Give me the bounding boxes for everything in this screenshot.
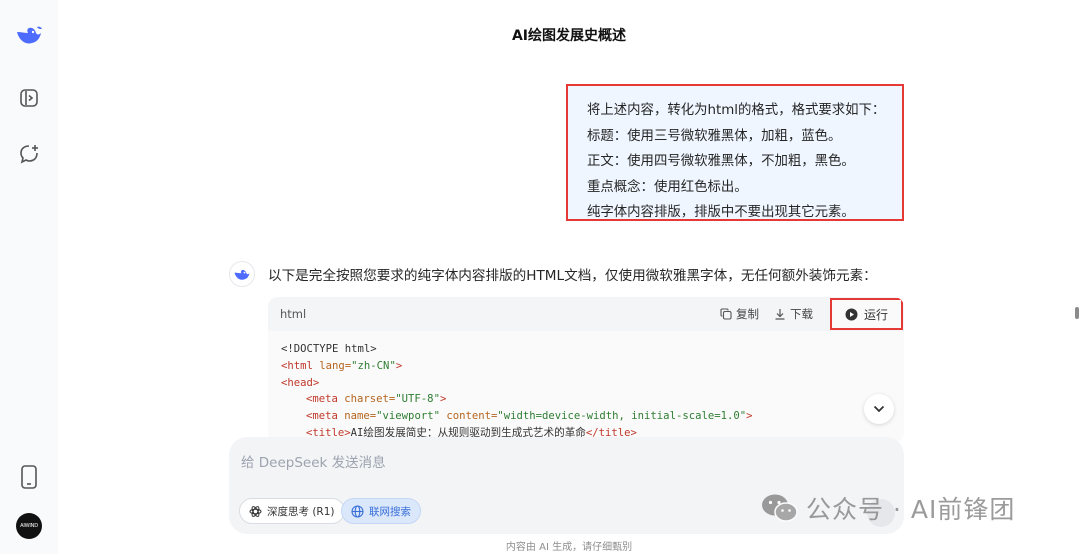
message-input[interactable]: 给 DeepSeek 发送消息 bbox=[241, 451, 386, 471]
chevron-down-icon bbox=[873, 405, 885, 413]
copy-icon bbox=[720, 308, 732, 320]
code-attr: charset= bbox=[337, 393, 396, 406]
code-line: <html lang="zh-CN"> bbox=[281, 358, 904, 375]
code-tag: > bbox=[439, 393, 447, 406]
code-tag: <html bbox=[281, 359, 313, 372]
code-block-header: html 复制 下载 运行 bbox=[268, 297, 904, 331]
ai-disclaimer: 内容由 AI 生成，请仔细甄别 bbox=[505, 542, 633, 553]
code-string: "UTF-8" bbox=[395, 393, 440, 406]
deepseek-logo-icon[interactable] bbox=[15, 21, 43, 49]
code-tag: <head> bbox=[281, 376, 320, 389]
code-line: <head> bbox=[281, 375, 904, 392]
code-tag: <meta bbox=[306, 393, 338, 406]
new-chat-icon[interactable] bbox=[15, 140, 43, 168]
web-search-label: 联网搜索 bbox=[369, 505, 411, 518]
scrollbar-thumb[interactable] bbox=[1075, 307, 1079, 319]
user-message-line: 标题：使用三号微软雅黑体，加粗，蓝色。 bbox=[587, 128, 842, 144]
play-icon bbox=[845, 308, 858, 320]
code-attr: name= bbox=[337, 410, 377, 423]
web-search-toggle[interactable]: 联网搜索 bbox=[341, 498, 421, 524]
phone-icon[interactable] bbox=[15, 463, 43, 491]
conversation-title: AI绘图发展史概述 bbox=[511, 28, 627, 44]
scroll-down-button[interactable] bbox=[864, 394, 894, 424]
avatar-text: AIWIND bbox=[20, 523, 38, 529]
globe-icon bbox=[351, 504, 364, 518]
deep-think-label: 深度思考 (R1) bbox=[267, 505, 335, 518]
deep-think-toggle[interactable]: 深度思考 (R1) bbox=[239, 498, 345, 524]
user-message-line: 正文：使用四号微软雅黑体，不加粗，黑色。 bbox=[587, 154, 855, 169]
run-button[interactable]: 运行 bbox=[830, 298, 903, 330]
user-message-line: 重点概念：使用红色标出。 bbox=[587, 179, 748, 195]
code-text: <!DOCTYPE html> bbox=[281, 343, 377, 355]
code-string: "width=device-width, initial-scale=1.0" bbox=[497, 410, 747, 423]
code-tag: <meta bbox=[306, 410, 338, 423]
code-line: <meta name="viewport" content="width=dev… bbox=[281, 408, 904, 425]
code-attr: content= bbox=[439, 410, 498, 423]
code-string: "viewport" bbox=[376, 410, 440, 423]
sidebar-toggle-icon[interactable] bbox=[15, 84, 43, 112]
run-label: 运行 bbox=[863, 307, 888, 322]
code-tag: > bbox=[746, 410, 753, 423]
code-tag: > bbox=[395, 359, 403, 372]
download-button[interactable]: 下载 bbox=[774, 306, 813, 322]
code-content: <!DOCTYPE html> <html lang="zh-CN"> <head>… bbox=[268, 331, 904, 442]
download-icon bbox=[775, 309, 785, 320]
code-block: html 复制 下载 运行 <!DOCTYPE html> <html lang=… bbox=[268, 297, 904, 442]
download-label: 下载 bbox=[790, 307, 813, 321]
watermark-text: 公众号 · AI前锋团 bbox=[806, 495, 1016, 524]
watermark: 公众号 · AI前锋团 bbox=[760, 490, 1015, 526]
assistant-intro-text: 以下是完全按照您要求的纯字体内容排版的HTML文档，仅使用微软雅黑字体，无任何额… bbox=[268, 268, 877, 284]
user-message-line: 将上述内容，转化为html的格式，格式要求如下： bbox=[587, 103, 886, 118]
wechat-icon bbox=[762, 494, 798, 522]
code-line: <!DOCTYPE html> bbox=[281, 341, 904, 358]
copy-label: 复制 bbox=[736, 307, 759, 321]
left-rail: AIWIND bbox=[0, 0, 58, 554]
code-attr: lang= bbox=[312, 359, 352, 372]
user-message: 将上述内容，转化为html的格式，格式要求如下： 标题：使用三号微软雅黑体，加粗… bbox=[566, 84, 904, 221]
code-string: "zh-CN" bbox=[351, 359, 396, 372]
code-language-label: html bbox=[280, 307, 307, 321]
user-message-line: 纯字体内容排版，排版中不要出现其它元素。 bbox=[587, 205, 855, 220]
deep-think-icon bbox=[249, 505, 262, 517]
assistant-avatar-icon bbox=[229, 261, 255, 287]
code-line: <meta charset="UTF-8"> bbox=[281, 391, 904, 408]
copy-button[interactable]: 复制 bbox=[720, 306, 759, 322]
user-avatar[interactable]: AIWIND bbox=[16, 513, 42, 539]
